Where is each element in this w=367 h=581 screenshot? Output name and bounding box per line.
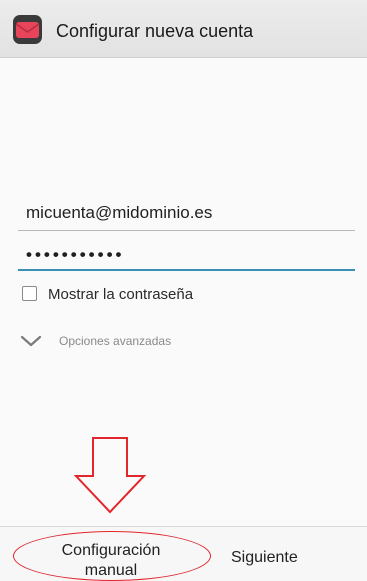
next-button[interactable]: Siguiente — [231, 549, 298, 567]
show-password-label[interactable]: Mostrar la contraseña — [48, 286, 193, 303]
app-bar: Configurar nueva cuenta — [0, 0, 367, 58]
email-app-icon — [13, 15, 42, 44]
password-field[interactable]: ••••••••••• — [18, 245, 355, 271]
email-field[interactable]: micuenta@midominio.es — [18, 203, 355, 231]
manual-setup-label-line1: Configuración — [61, 542, 161, 559]
page-title: Configurar nueva cuenta — [56, 21, 254, 41]
show-password-checkbox[interactable] — [22, 286, 37, 301]
manual-setup-button[interactable]: Configuración manual — [36, 541, 186, 581]
advanced-options-toggle[interactable]: Opciones avanzadas — [59, 334, 171, 348]
down-arrow-annotation — [73, 437, 147, 514]
manual-setup-label-line2: manual — [84, 562, 138, 579]
chevron-down-icon[interactable] — [20, 334, 42, 348]
